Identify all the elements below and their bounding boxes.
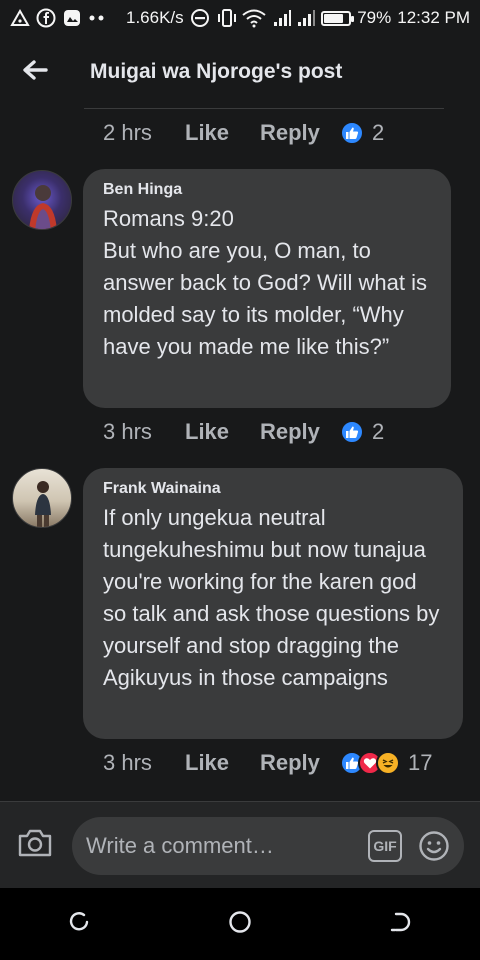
emoji-icon <box>419 831 449 861</box>
comment-time: 3 hrs <box>103 750 152 775</box>
reaction-count: 2 <box>372 419 385 444</box>
wifi-icon <box>241 8 267 28</box>
back-nav-icon <box>389 911 411 938</box>
recents-icon <box>69 911 91 938</box>
more-dots-icon <box>88 14 106 22</box>
comment-author[interactable]: Frank Wainaina <box>103 480 443 498</box>
page-title: Muigai wa Njoroge's post <box>90 60 343 83</box>
comment-meta-row: 3 hrs Like Reply 2 <box>103 419 384 445</box>
avatar[interactable] <box>12 468 72 528</box>
comment-meta-row: 2 hrs Like Reply 2 <box>103 120 384 146</box>
reactions[interactable]: 17 <box>340 750 432 776</box>
reactions[interactable]: 2 <box>340 419 384 445</box>
like-button[interactable]: Like <box>185 120 260 146</box>
comment-text: Romans 9:20 But who are you, O man, to a… <box>103 206 428 359</box>
signal-icon <box>273 9 292 27</box>
recents-button[interactable] <box>50 894 110 954</box>
battery-level <box>324 13 344 23</box>
system-nav-bar <box>0 888 480 960</box>
reply-button[interactable]: Reply <box>260 419 340 445</box>
camera-button[interactable] <box>0 815 70 875</box>
back-nav-button[interactable] <box>370 894 430 954</box>
avatar[interactable] <box>12 170 72 230</box>
comment-bubble[interactable]: Frank Wainaina If only ungekua neutral t… <box>83 468 463 739</box>
like-reaction-icon <box>340 420 364 444</box>
comment-bubble[interactable]: Ben Hinga Romans 9:20 But who are you, O… <box>83 169 451 408</box>
gif-button[interactable]: GIF <box>368 830 402 862</box>
battery-icon <box>321 10 355 26</box>
back-button[interactable] <box>0 42 70 102</box>
comment-time: 2 hrs <box>103 120 152 145</box>
comment-text: If only ungekua neutral tungekuheshimu b… <box>103 505 440 690</box>
comment-author[interactable]: Ben Hinga <box>103 181 431 199</box>
divider <box>84 108 444 109</box>
home-icon <box>228 910 252 939</box>
gallery-icon <box>62 8 82 28</box>
reaction-count: 2 <box>372 120 385 145</box>
reply-button[interactable]: Reply <box>260 750 340 776</box>
comment-input-container[interactable]: GIF <box>72 817 464 875</box>
comment-composer: GIF <box>0 802 480 888</box>
camera-icon <box>17 828 53 863</box>
notification-icon <box>10 9 30 27</box>
facebook-icon <box>36 8 56 28</box>
like-reaction-icon <box>340 121 364 145</box>
haha-reaction-icon <box>376 751 400 775</box>
arrow-left-icon <box>22 59 48 86</box>
clock: 12:32 PM <box>397 8 470 27</box>
comment-meta-row: 3 hrs Like Reply 17 <box>103 750 432 776</box>
emoji-button[interactable] <box>418 830 450 862</box>
comment-input[interactable] <box>86 833 356 859</box>
network-speed: 1.66K/s <box>126 8 184 27</box>
battery-percent: 79% <box>357 8 392 27</box>
like-button[interactable]: Like <box>185 419 260 445</box>
status-bar: 1.66K/s 79% 12:32 PM <box>0 0 480 36</box>
signal-icon-2 <box>297 9 316 27</box>
dnd-icon <box>190 8 210 28</box>
reaction-count: 17 <box>408 750 433 775</box>
reply-button[interactable]: Reply <box>260 120 340 146</box>
vibrate-icon <box>216 8 238 28</box>
reactions[interactable]: 2 <box>340 120 384 146</box>
like-button[interactable]: Like <box>185 750 260 776</box>
post-header: Muigai wa Njoroge's post <box>0 40 480 104</box>
comment-time: 3 hrs <box>103 419 152 444</box>
home-button[interactable] <box>210 894 270 954</box>
